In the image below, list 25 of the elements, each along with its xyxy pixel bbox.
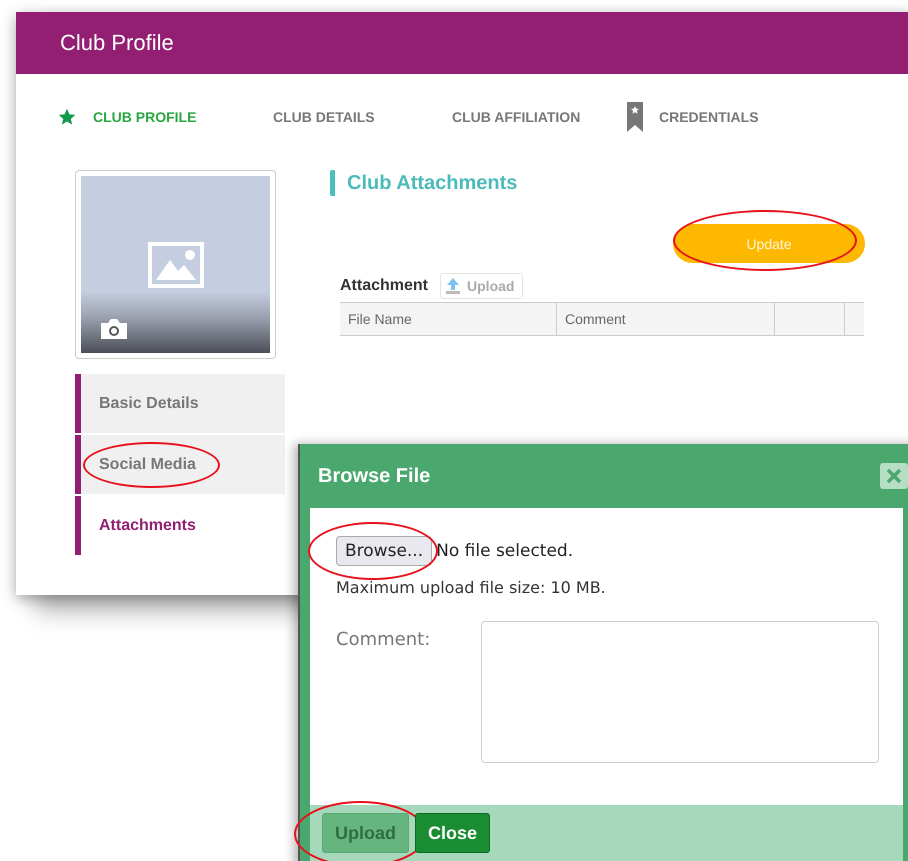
sidebar-item[interactable]: Social Media	[75, 435, 285, 494]
tab[interactable]: CREDENTIALS	[627, 102, 759, 132]
tab[interactable]: CLUB AFFILIATION	[452, 109, 580, 125]
section-heading: Club Attachments	[330, 170, 865, 196]
image-placeholder-icon	[148, 242, 204, 288]
attachment-label: Attachment	[340, 277, 428, 295]
upload-button[interactable]: Upload	[440, 273, 524, 299]
star-icon	[57, 107, 77, 127]
browse-button[interactable]: Browse...	[336, 536, 432, 566]
comment-field[interactable]	[481, 621, 879, 763]
close-icon[interactable]	[880, 463, 908, 489]
bookmark-icon	[627, 102, 643, 132]
column-header: Comment	[557, 303, 775, 335]
dialog-button[interactable]: Close	[415, 813, 490, 853]
tab[interactable]: CLUB DETAILS	[273, 109, 375, 125]
window-title: Club Profile	[60, 30, 174, 56]
tab[interactable]: CLUB PROFILE	[57, 107, 196, 127]
camera-icon[interactable]	[99, 317, 129, 341]
sidebar-item[interactable]: Basic Details	[75, 374, 285, 433]
upload-size-hint: Maximum upload file size: 10 MB.	[336, 578, 607, 597]
file-status: No file selected.	[436, 541, 574, 561]
upload-icon	[445, 277, 462, 295]
dialog-title: Browse File	[318, 464, 430, 488]
column-header: File Name	[340, 303, 557, 335]
comment-label: Comment:	[336, 628, 432, 652]
